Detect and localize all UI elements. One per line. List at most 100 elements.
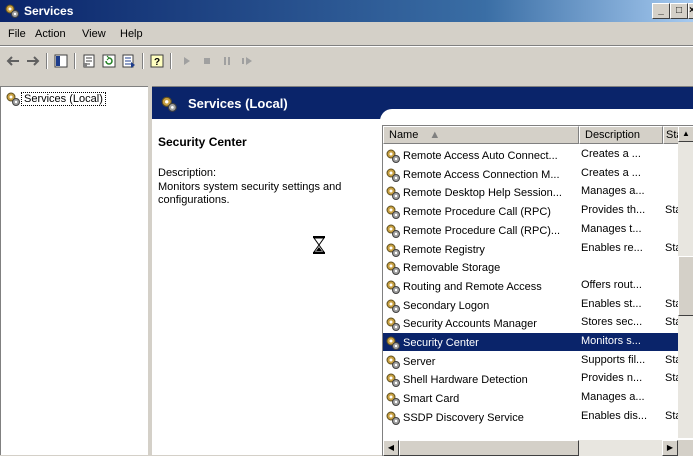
service-row[interactable]: Remote Access Connection M... Creates a .… — [383, 165, 679, 183]
service-status: Sta — [665, 353, 679, 366]
service-name-cell: Smart Card — [385, 391, 577, 407]
service-name: Remote Access Connection M... — [403, 168, 560, 181]
services-gear-icon — [5, 4, 19, 18]
service-name: SSDP Discovery Service — [403, 411, 524, 424]
back-arrow-icon[interactable] — [4, 52, 22, 70]
maximize-button[interactable]: □ — [670, 3, 688, 19]
service-row[interactable]: Shell Hardware Detection Provides n... Sta — [383, 370, 679, 388]
service-row[interactable]: Removable Storage — [383, 258, 679, 276]
service-row[interactable]: Remote Access Auto Connect... Creates a .… — [383, 146, 679, 164]
service-row[interactable]: Security Accounts Manager Stores sec... St… — [383, 314, 679, 332]
service-description: Manages a... — [581, 185, 645, 198]
service-name-cell: Remote Access Auto Connect... — [385, 148, 577, 164]
service-name-cell: Security Center — [385, 335, 577, 351]
service-description: Provides th... — [581, 204, 646, 217]
column-header-status[interactable]: Sta — [663, 126, 679, 144]
toolbar: ? — [0, 47, 693, 75]
window-title: Services — [24, 4, 74, 18]
svg-text:?: ? — [154, 57, 160, 68]
restart-service-icon[interactable] — [238, 52, 256, 70]
start-service-icon[interactable] — [178, 52, 196, 70]
scroll-up-icon[interactable]: ▲ — [678, 126, 693, 142]
menu-bar: File Action View Help — [0, 24, 693, 44]
service-name-cell: Secondary Logon — [385, 298, 577, 314]
services-gear-icon — [161, 96, 177, 112]
toolbar-separator — [142, 53, 144, 69]
service-row[interactable]: Security Center Monitors s... — [383, 333, 679, 351]
service-gear-icon — [386, 299, 400, 313]
service-row[interactable]: Remote Desktop Help Session... Manages a.… — [383, 183, 679, 201]
service-row[interactable]: Routing and Remote Access Offers rout... — [383, 277, 679, 295]
service-description: Enables re... — [581, 241, 643, 254]
service-gear-icon — [386, 355, 400, 369]
service-gear-icon — [386, 411, 400, 425]
title-bar[interactable]: Services _ □ × — [0, 0, 693, 22]
tree-pane: Services (Local) — [0, 86, 148, 455]
service-name-cell: Server — [385, 354, 577, 370]
minimize-button[interactable]: _ — [652, 3, 670, 19]
services-gear-icon — [6, 92, 20, 106]
service-row[interactable]: SSDP Discovery Service Enables dis... Sta — [383, 408, 679, 426]
toolbar-separator — [46, 53, 48, 69]
service-status: Sta — [665, 204, 679, 217]
service-gear-icon — [386, 373, 400, 388]
stop-service-icon[interactable] — [198, 52, 216, 70]
service-name: Security Center — [403, 337, 479, 349]
service-name: Remote Registry — [403, 243, 485, 256]
services-list: Name ▲ Description Sta Remote Access Aut… — [382, 125, 693, 456]
export-list-icon[interactable] — [120, 52, 138, 70]
service-description: Stores sec... — [581, 316, 643, 329]
properties-icon[interactable] — [80, 52, 98, 70]
service-name: Secondary Logon — [403, 299, 490, 312]
service-row[interactable]: Server Supports fil... Sta — [383, 352, 679, 370]
service-name-cell: Remote Access Connection M... — [385, 167, 577, 183]
service-row[interactable]: Remote Procedure Call (RPC)... Manages t.… — [383, 221, 679, 239]
refresh-icon[interactable] — [100, 52, 118, 70]
vertical-scrollbar[interactable]: ▲ — [678, 126, 693, 438]
column-header-label: Name — [389, 129, 419, 141]
service-name-cell: Shell Hardware Detection — [385, 372, 577, 388]
close-button[interactable]: × — [688, 3, 693, 19]
tree-item-services-local[interactable]: Services (Local) — [5, 91, 106, 107]
service-row[interactable]: Remote Registry Enables re... Sta — [383, 240, 679, 258]
column-header-label: Description — [585, 129, 641, 141]
pause-service-icon[interactable] — [218, 52, 236, 70]
service-gear-icon — [386, 149, 400, 163]
forward-arrow-icon[interactable] — [24, 52, 42, 70]
extended-view-tab — [380, 109, 693, 121]
description-text: Monitors system security settings and co… — [158, 181, 342, 206]
menu-help[interactable]: Help — [120, 28, 143, 40]
column-header-name[interactable]: Name ▲ — [383, 126, 579, 144]
service-gear-icon — [386, 243, 400, 257]
help-icon[interactable]: ? — [148, 52, 166, 70]
service-name-cell: Security Accounts Manager — [385, 316, 577, 332]
service-row[interactable]: Secondary Logon Enables st... Sta — [383, 296, 679, 314]
service-description: Enables st... — [581, 297, 642, 310]
service-status: Sta — [665, 372, 679, 385]
service-description: Supports fil... — [581, 353, 646, 366]
service-name: Smart Card — [403, 393, 460, 406]
service-name-cell: Remote Procedure Call (RPC) — [385, 204, 577, 220]
scroll-thumb[interactable] — [678, 256, 693, 316]
menu-action[interactable]: Action — [35, 28, 66, 40]
service-name-cell: Removable Storage — [385, 260, 577, 276]
sort-ascending-icon: ▲ — [429, 129, 441, 141]
service-name: Remote Procedure Call (RPC) — [403, 206, 551, 219]
description-label: Description: — [158, 167, 217, 179]
column-header-description[interactable]: Description — [579, 126, 663, 144]
service-row[interactable]: Smart Card Manages a... — [383, 389, 679, 407]
service-gear-icon — [386, 205, 400, 220]
service-name-cell: Remote Registry — [385, 242, 577, 258]
service-gear-icon — [386, 186, 400, 201]
service-status: Sta — [665, 241, 679, 254]
service-name: Routing and Remote Access — [403, 280, 542, 293]
service-name-cell: Remote Desktop Help Session... — [385, 185, 577, 201]
service-name-cell: Remote Procedure Call (RPC)... — [385, 223, 577, 239]
show-hide-tree-icon[interactable] — [52, 52, 70, 70]
pane-header-title: Services (Local) — [188, 96, 288, 111]
menu-view[interactable]: View — [82, 28, 106, 40]
menu-file[interactable]: File — [8, 28, 26, 40]
service-description: Enables dis... — [581, 409, 648, 422]
service-name-cell: SSDP Discovery Service — [385, 410, 577, 426]
service-row[interactable]: Remote Procedure Call (RPC) Provides th..… — [383, 202, 679, 220]
